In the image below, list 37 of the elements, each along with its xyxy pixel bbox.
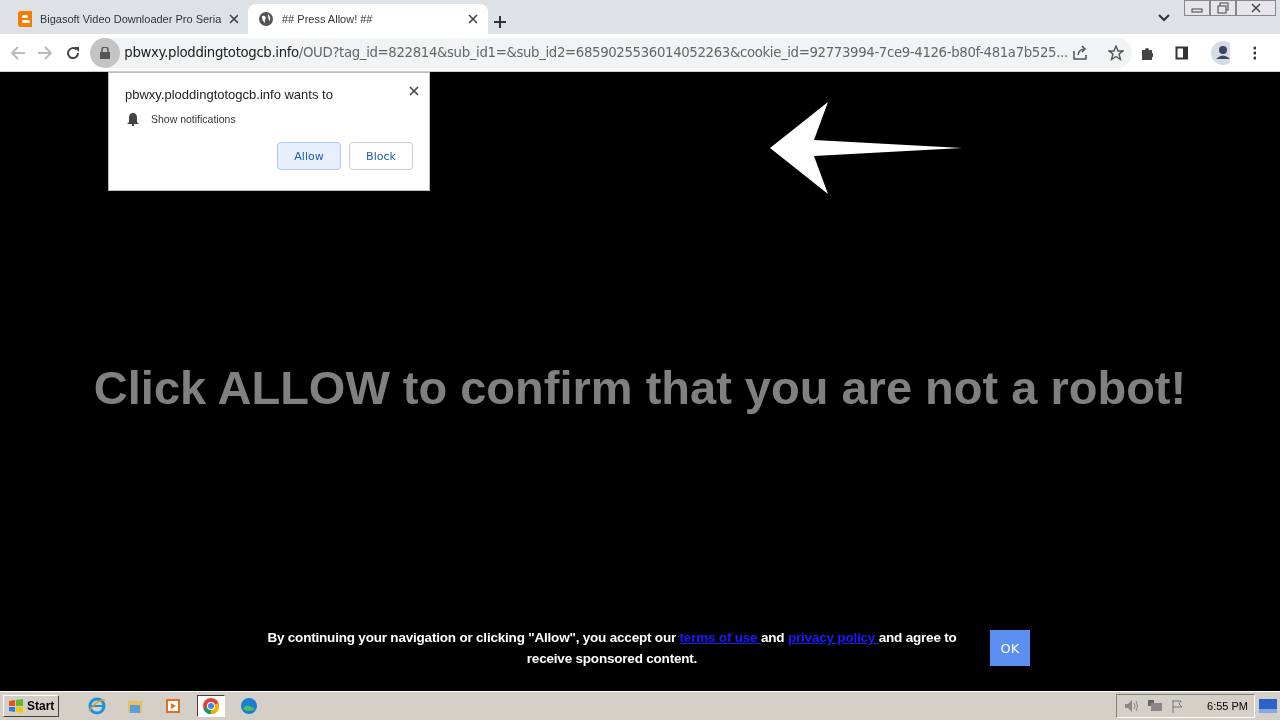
- headline: Click ALLOW to confirm that you are not a robot!: [93, 360, 1187, 415]
- ie-icon: [88, 697, 107, 715]
- permission-text: Show notifications: [151, 113, 236, 125]
- url-text: pbwxy.ploddingtotogcb.info/OUD?tag_id=822814&sub_id1=&sub_id2=6859025536014052263&cookie_id=92773994-7ce9-4126-b80f-481a7b525...: [124, 45, 1068, 60]
- browser-tab[interactable]: Bigasoft Video Downloader Pro Seria: [8, 4, 248, 34]
- reload-icon[interactable]: [64, 44, 81, 61]
- network-icon[interactable]: [1147, 699, 1164, 713]
- close-icon[interactable]: [1236, 0, 1276, 16]
- clock-text: 6:55 PM: [1207, 700, 1248, 712]
- chevron-down-icon[interactable]: [1158, 14, 1170, 22]
- block-button[interactable]: Block: [349, 142, 413, 170]
- media-player-icon: [164, 697, 183, 715]
- restore-icon[interactable]: [1210, 0, 1236, 16]
- start-button[interactable]: Start: [3, 695, 60, 717]
- star-icon[interactable]: [1107, 44, 1124, 61]
- profile-icon[interactable]: [1210, 40, 1231, 65]
- plus-icon[interactable]: [493, 15, 507, 29]
- bell-icon: [127, 112, 139, 126]
- address-bar[interactable]: pbwxy.ploddingtotogcb.info/OUD?tag_id=822814&sub_id1=&sub_id2=6859025536014052263&cookie_id=92773994-7ce9-4126-b80f-481a7b525...: [90, 37, 1132, 68]
- edge-icon: [240, 697, 259, 715]
- close-icon[interactable]: [409, 86, 419, 96]
- close-icon[interactable]: [468, 14, 478, 24]
- popup-title: pbwxy.ploddingtotogcb.info wants to: [125, 87, 334, 102]
- lock-icon: [100, 46, 111, 59]
- chrome-icon: [202, 697, 221, 715]
- globe-icon: [258, 11, 274, 27]
- allow-button[interactable]: Allow: [277, 142, 341, 170]
- blogger-icon: [18, 11, 32, 27]
- taskbar-app[interactable]: [197, 695, 226, 717]
- side-panel-icon[interactable]: [1175, 44, 1189, 61]
- menu-icon[interactable]: [1252, 44, 1256, 61]
- minimize-icon[interactable]: [1184, 0, 1210, 16]
- windows-logo-icon: [8, 699, 24, 713]
- consent-text: By continuing your navigation or clicking "Allow", you accept our terms of use and privacy policy and agree to receive sponsored content.: [266, 629, 958, 668]
- browser-tab[interactable]: ## Press Allow! ##: [248, 4, 488, 34]
- close-icon[interactable]: [229, 14, 238, 24]
- share-icon[interactable]: [1071, 44, 1088, 61]
